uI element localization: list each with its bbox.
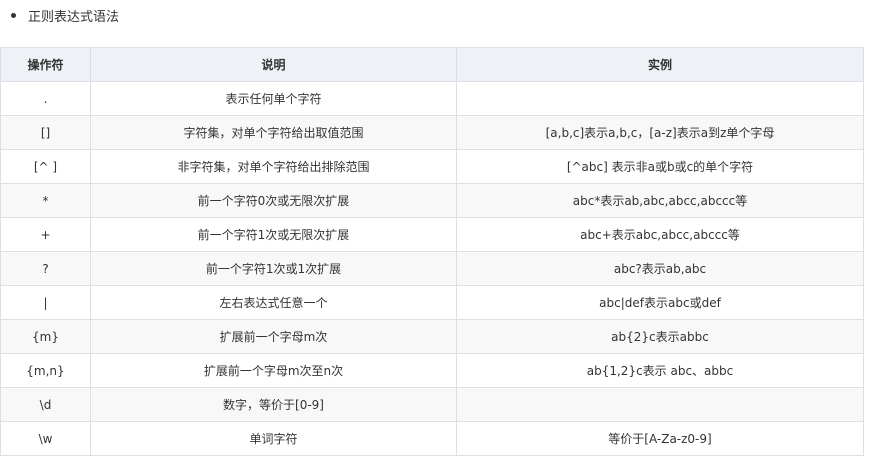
cell-example: [456, 81, 864, 116]
cell-example: [456, 387, 864, 422]
cell-example: ab{2}c表示abbc: [456, 319, 864, 354]
table-row: \d 数字，等价于[0-9]: [0, 387, 864, 422]
table-row: + 前一个字符1次或无限次扩展 abc+表示abc,abcc,abccc等: [0, 217, 864, 252]
cell-description: 扩展前一个字母m次至n次: [90, 353, 457, 388]
header-description: 说明: [90, 47, 457, 82]
cell-operator: *: [0, 183, 91, 218]
cell-operator: ?: [0, 251, 91, 286]
table-row: {m,n} 扩展前一个字母m次至n次 ab{1,2}c表示 abc、abbc: [0, 353, 864, 388]
cell-example: ab{1,2}c表示 abc、abbc: [456, 353, 864, 388]
cell-description: 数字，等价于[0-9]: [90, 387, 457, 422]
table-row: [^ ] 非字符集，对单个字符给出排除范围 [^abc] 表示非a或b或c的单个…: [0, 149, 864, 184]
cell-operator: |: [0, 285, 91, 320]
cell-description: 表示任何单个字符: [90, 81, 457, 116]
table-row: * 前一个字符0次或无限次扩展 abc*表示ab,abc,abcc,abccc等: [0, 183, 864, 218]
table-row: ? 前一个字符1次或1次扩展 abc?表示ab,abc: [0, 251, 864, 286]
table-row: | 左右表达式任意一个 abc|def表示abc或def: [0, 285, 864, 320]
cell-example: abc*表示ab,abc,abcc,abccc等: [456, 183, 864, 218]
cell-description: 单词字符: [90, 421, 457, 456]
cell-operator: +: [0, 217, 91, 252]
cell-description: 前一个字符1次或1次扩展: [90, 251, 457, 286]
cell-example: [a,b,c]表示a,b,c，[a-z]表示a到z单个字母: [456, 115, 864, 150]
cell-example: abc?表示ab,abc: [456, 251, 864, 286]
cell-description: 前一个字符1次或无限次扩展: [90, 217, 457, 252]
cell-description: 字符集，对单个字符给出取值范围: [90, 115, 457, 150]
cell-operator: \d: [0, 387, 91, 422]
table-row: {m} 扩展前一个字母m次 ab{2}c表示abbc: [0, 319, 864, 354]
bullet-dot-icon: [11, 12, 16, 18]
bullet-text: 正则表达式语法: [28, 9, 120, 25]
table-row: \w 单词字符 等价于[A-Za-z0-9]: [0, 421, 864, 456]
header-operator: 操作符: [0, 47, 91, 82]
regex-syntax-table: 操作符 说明 实例 . 表示任何单个字符 [] 字符集，对单个字符给出取值范围 …: [0, 47, 864, 456]
table-row: [] 字符集，对单个字符给出取值范围 [a,b,c]表示a,b,c，[a-z]表…: [0, 115, 864, 150]
cell-example: abc|def表示abc或def: [456, 285, 864, 320]
cell-operator: {m}: [0, 319, 91, 354]
cell-description: 前一个字符0次或无限次扩展: [90, 183, 457, 218]
header-example: 实例: [456, 47, 864, 82]
bullet-item: 正则表达式语法: [10, 4, 119, 26]
cell-operator: [^ ]: [0, 149, 91, 184]
table-row: . 表示任何单个字符: [0, 81, 864, 116]
cell-description: 非字符集，对单个字符给出排除范围: [90, 149, 457, 184]
cell-operator: []: [0, 115, 91, 150]
cell-operator: \w: [0, 421, 91, 456]
cell-example: 等价于[A-Za-z0-9]: [456, 421, 864, 456]
cell-example: [^abc] 表示非a或b或c的单个字符: [456, 149, 864, 184]
cell-description: 左右表达式任意一个: [90, 285, 457, 320]
cell-operator: {m,n}: [0, 353, 91, 388]
cell-example: abc+表示abc,abcc,abccc等: [456, 217, 864, 252]
cell-operator: .: [0, 81, 91, 116]
table-header-row: 操作符 说明 实例: [0, 47, 864, 82]
cell-description: 扩展前一个字母m次: [90, 319, 457, 354]
